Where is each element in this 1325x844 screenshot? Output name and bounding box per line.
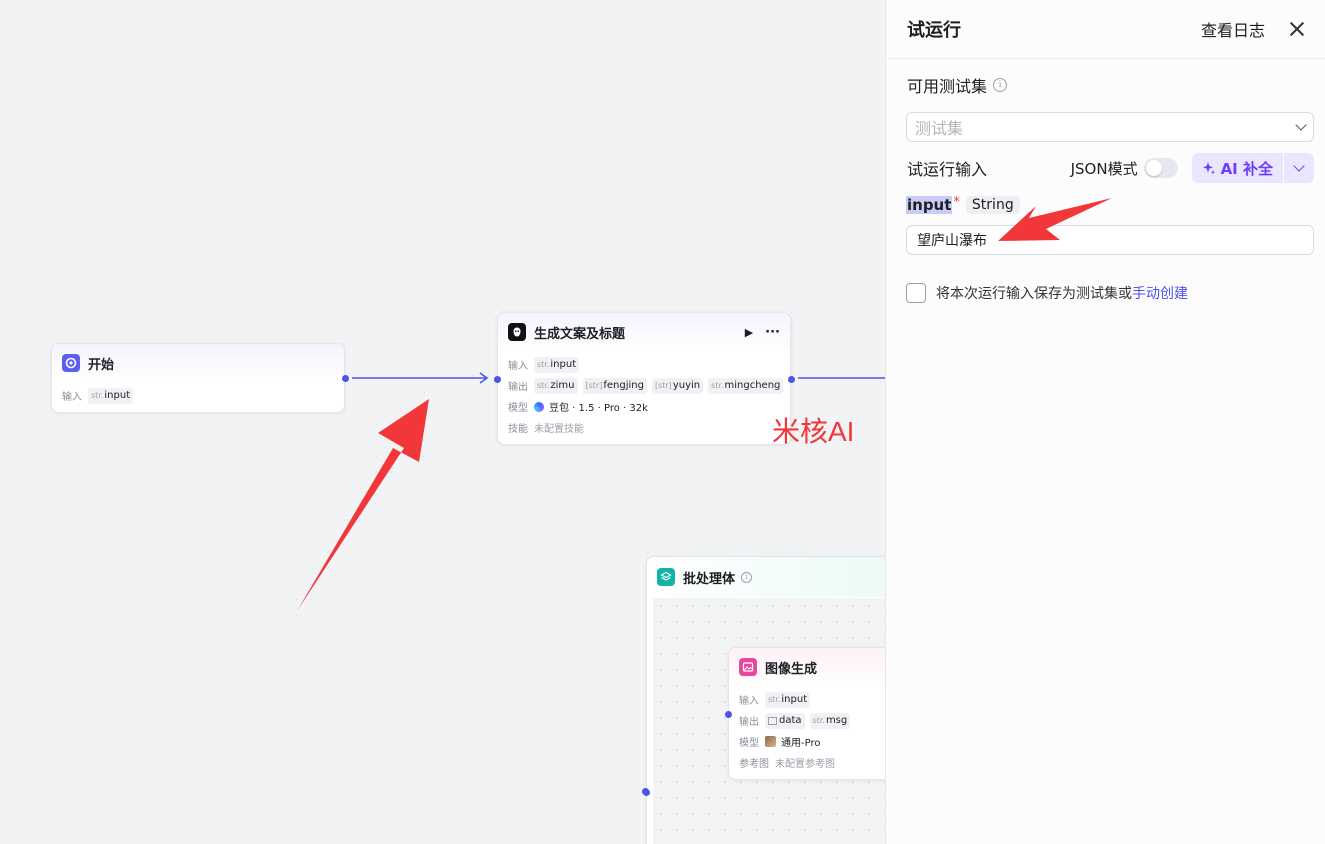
watermark-text: 米核AI: [772, 416, 855, 447]
batch-node-title: 批处理体: [683, 571, 736, 587]
field-name: input: [906, 196, 953, 214]
panel-header: 试运行 查看日志: [886, 0, 1325, 59]
variable-tag: [str] fengjing: [582, 377, 647, 394]
run-input-row: 试运行输入 JSON模式 AI 补全: [907, 153, 1314, 183]
skill-value: 未配置技能: [534, 424, 584, 435]
llm-node-skill-row: 技能 未配置技能: [498, 417, 790, 438]
row-label: 输入: [739, 696, 759, 707]
workflow-canvas[interactable]: 开始 输入 str. input 生成文案及标题 ▶ ··· 输入 str. inp…: [0, 0, 885, 844]
image-node-header: 图像生成: [729, 648, 885, 686]
panel-title: 试运行: [907, 20, 961, 41]
row-label: 技能: [508, 424, 528, 435]
llm-node-output-handle[interactable]: [788, 376, 795, 383]
input-value: 望庐山瀑布: [917, 233, 987, 249]
chevron-down-icon: [1293, 160, 1305, 172]
start-node-header: 开始: [52, 344, 344, 382]
batch-output-handle[interactable]: [642, 788, 649, 795]
save-testset-row: 将本次运行输入保存为测试集或 手动创建: [906, 283, 1188, 303]
image-node-model-row: 模型 通用-Pro: [729, 731, 885, 752]
image-node-input-row: 输入 str. input: [729, 689, 885, 710]
close-icon[interactable]: [1289, 21, 1305, 37]
llm-node-input-handle[interactable]: [494, 376, 501, 383]
llm-node[interactable]: 生成文案及标题 ▶ ··· 输入 str. input 输出 str. zimu […: [494, 312, 795, 445]
view-log-button[interactable]: 查看日志: [1201, 17, 1265, 41]
ai-complete-button[interactable]: AI 补全: [1192, 153, 1283, 183]
run-input-label: 试运行输入: [907, 160, 988, 179]
variable-tag: str. mingcheng: [708, 377, 784, 394]
row-label: 输出: [739, 717, 759, 728]
test-run-panel: 试运行 查看日志 可用测试集 i 测试集 试运行输入 JSON模式 AI 补全 …: [885, 0, 1325, 844]
variable-tag: [str] yuyin: [651, 377, 704, 394]
sparkle-icon: [1202, 162, 1215, 175]
start-node-output-handle[interactable]: [342, 375, 349, 382]
ai-complete-label: AI 补全: [1220, 159, 1273, 178]
save-testset-checkbox[interactable]: [906, 283, 926, 303]
run-node-icon[interactable]: ▶: [745, 326, 753, 339]
row-label: 输出: [508, 382, 528, 393]
testset-label: 可用测试集: [907, 77, 988, 96]
llm-node-header: 生成文案及标题 ▶ ···: [498, 313, 790, 351]
field-label-row: input * String: [906, 194, 1020, 214]
info-icon[interactable]: i: [741, 571, 753, 583]
variable-tag: str. msg: [809, 712, 851, 729]
image-node-ref-row: 参考图 未配置参考图: [729, 752, 885, 773]
chevron-down-icon: [1295, 119, 1307, 131]
json-mode-label: JSON模式: [1070, 159, 1138, 178]
ref-value: 未配置参考图: [775, 759, 835, 770]
row-label: 参考图: [739, 759, 769, 770]
image-node-title: 图像生成: [765, 661, 818, 677]
testset-select[interactable]: 测试集: [906, 112, 1314, 142]
model-value: 通用-Pro: [781, 738, 821, 749]
testset-placeholder: 测试集: [915, 119, 964, 138]
image-node-output-row: 输出 data str. msg: [729, 710, 885, 731]
llm-icon: [508, 323, 526, 341]
more-options-icon[interactable]: ···: [765, 325, 780, 340]
doubao-model-icon: [534, 401, 544, 412]
start-node[interactable]: 开始 输入 str. input: [51, 343, 349, 413]
required-mark: *: [953, 194, 960, 210]
row-label: 模型: [739, 738, 759, 749]
image-type-icon: [768, 716, 777, 725]
layers-icon: [657, 568, 675, 586]
model-avatar-icon: [765, 736, 776, 747]
row-label: 输入: [508, 361, 528, 372]
ai-complete-button-group: AI 补全: [1191, 153, 1314, 183]
llm-node-title: 生成文案及标题: [534, 326, 626, 342]
image-gen-node[interactable]: 图像生成 输入 str. input 输出 data str. msg 模型 通用-…: [725, 647, 885, 780]
manual-create-link[interactable]: 手动创建: [1132, 283, 1188, 303]
row-label: 模型: [508, 403, 528, 414]
llm-node-output-row: 输出 str. zimu [str] fengjing [str] yuyin str…: [498, 375, 790, 396]
start-node-input-row: 输入 str. input: [52, 385, 344, 406]
image-icon: [739, 658, 757, 676]
info-icon[interactable]: i: [993, 78, 1008, 92]
field-type-badge: String: [965, 196, 1020, 214]
batch-node-header: 批处理体 i: [647, 557, 885, 597]
ai-options-dropdown[interactable]: [1284, 153, 1314, 183]
save-testset-text: 将本次运行输入保存为测试集或: [936, 286, 1132, 302]
variable-tag: str. input: [534, 356, 580, 373]
variable-tag: str. zimu: [534, 377, 578, 394]
input-field[interactable]: 望庐山瀑布: [906, 225, 1314, 255]
start-icon: [62, 354, 80, 372]
model-value: 豆包 · 1.5 · Pro · 32k: [549, 403, 648, 414]
llm-node-model-row: 模型 豆包 · 1.5 · Pro · 32k: [498, 396, 790, 417]
json-mode-toggle[interactable]: [1143, 158, 1178, 178]
llm-node-input-row: 输入 str. input: [498, 354, 790, 375]
row-label: 输入: [62, 392, 82, 403]
image-node-input-handle[interactable]: [725, 711, 732, 718]
variable-tag: str. input: [88, 387, 134, 404]
testset-label-row: 可用测试集 i: [907, 73, 1008, 97]
variable-tag: str. input: [765, 691, 811, 708]
start-node-title: 开始: [88, 357, 115, 373]
variable-tag: data: [765, 712, 805, 729]
